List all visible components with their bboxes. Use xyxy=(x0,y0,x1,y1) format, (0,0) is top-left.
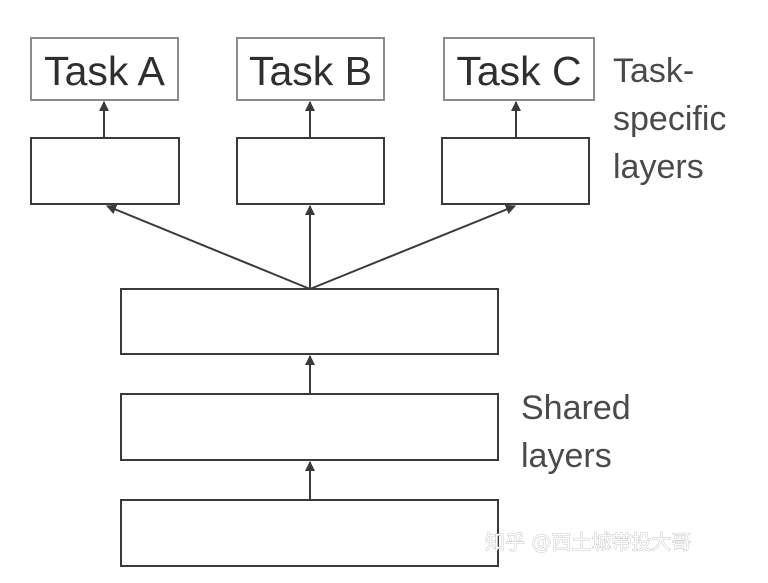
shared-layer-bottom xyxy=(120,499,499,567)
task-a-label: Task A xyxy=(44,48,165,94)
task-c-label: Task C xyxy=(456,48,581,94)
task-specific-layers-label: Task- specific layers xyxy=(613,52,726,186)
task-specific-layer-b xyxy=(236,137,385,205)
multitask-diagram: Task A Task B Task C Task- specific laye… xyxy=(30,37,726,567)
task-b-label: Task B xyxy=(249,48,372,94)
shared-layer-top xyxy=(120,288,499,355)
shared-layers-label: Shared layers xyxy=(521,389,631,475)
task-a-node: Task A xyxy=(30,37,179,101)
task-specific-layer-a xyxy=(30,137,180,205)
shared-label-line-2: layers xyxy=(521,437,612,475)
watermark-text: 知乎 @西土城带投大哥 xyxy=(485,530,691,554)
arrow-shared-to-layer-c xyxy=(309,204,516,290)
arrow-shared-to-layer-a xyxy=(106,204,311,290)
task-specific-label-line-1: Task- xyxy=(613,52,694,90)
shared-label-line-1: Shared xyxy=(521,389,631,427)
task-specific-label-line-2: specific xyxy=(613,100,726,138)
shared-layer-middle xyxy=(120,393,499,461)
task-b-node: Task B xyxy=(236,37,385,101)
task-specific-layer-c xyxy=(441,137,590,205)
task-specific-label-line-3: layers xyxy=(613,148,704,186)
task-c-node: Task C xyxy=(443,37,595,101)
